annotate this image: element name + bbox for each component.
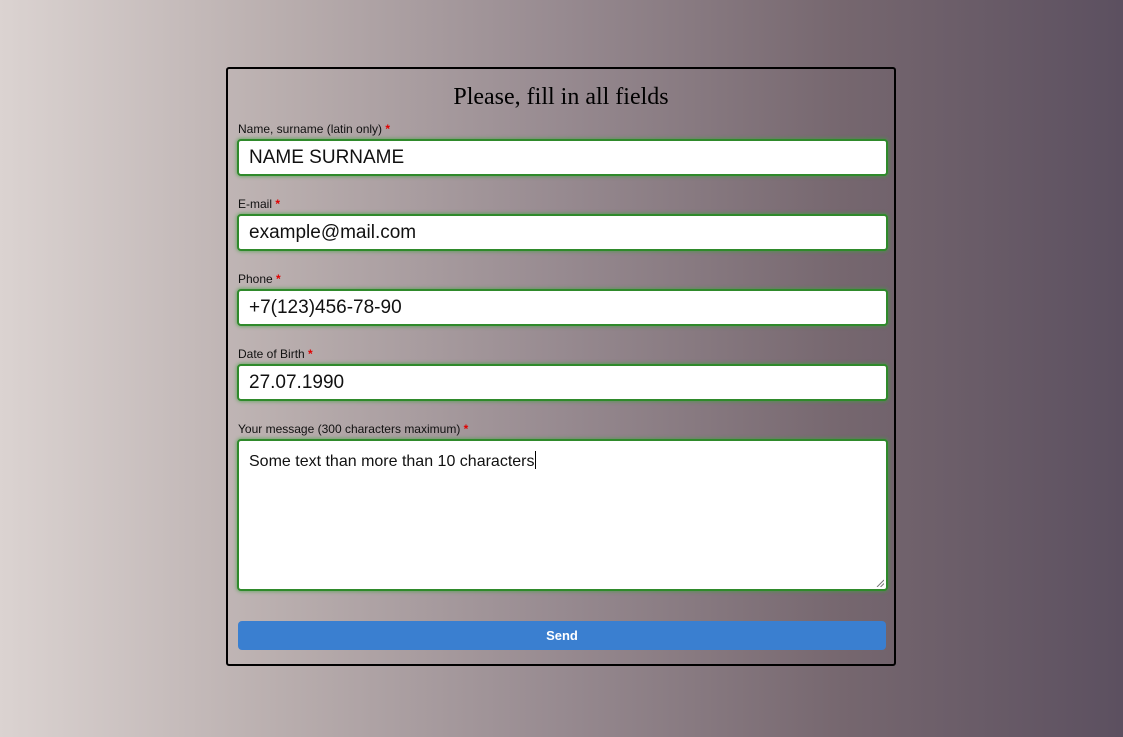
text-caret — [535, 451, 537, 469]
message-label: Your message (300 characters maximum) * — [238, 422, 468, 436]
send-button[interactable]: Send — [238, 621, 886, 650]
dob-label-text: Date of Birth — [238, 347, 305, 361]
form-title: Please, fill in all fields — [453, 84, 669, 110]
date-of-birth-input[interactable]: 27.07.1990 — [237, 364, 888, 401]
contact-form: Please, fill in all fields Name, surname… — [226, 67, 896, 666]
phone-input[interactable]: +7(123)456-78-90 — [237, 289, 888, 326]
required-mark: * — [276, 272, 281, 286]
email-input[interactable]: example@mail.com — [237, 214, 888, 251]
name-label: Name, surname (latin only) * — [238, 122, 390, 136]
message-text: Some text than more than 10 characters — [249, 453, 535, 470]
required-mark: * — [385, 122, 391, 136]
phone-label-text: Phone — [238, 272, 273, 286]
name-label-text: Name, surname (latin only) — [238, 122, 383, 136]
dob-label: Date of Birth * — [238, 347, 313, 361]
email-label-text: E-mail — [238, 197, 273, 211]
resize-handle-icon[interactable] — [876, 579, 884, 587]
required-mark: * — [275, 197, 281, 211]
message-label-text: Your message (300 characters maximum) — [238, 422, 461, 436]
required-mark: * — [308, 347, 313, 361]
name-input[interactable]: NAME SURNAME — [237, 139, 888, 176]
phone-label: Phone * — [238, 272, 281, 286]
message-textarea[interactable]: Some text than more than 10 characters — [237, 439, 888, 591]
required-mark: * — [463, 422, 469, 436]
email-label: E-mail * — [238, 197, 280, 211]
